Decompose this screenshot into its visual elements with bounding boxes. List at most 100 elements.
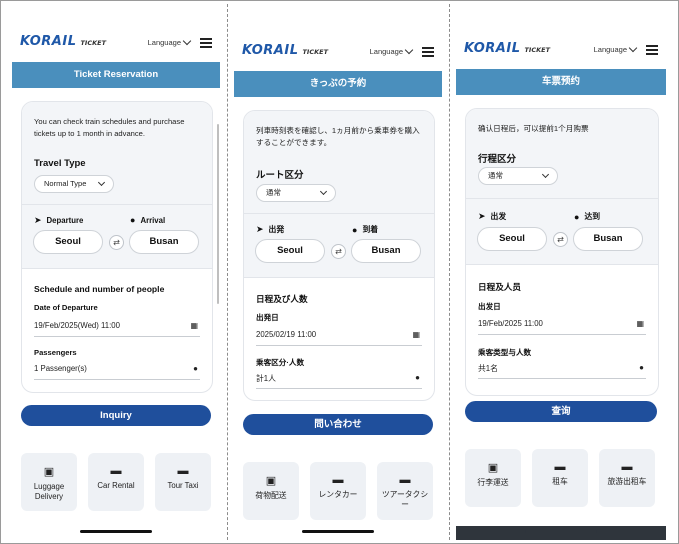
intro-text: 列車時刻表を確認し、1ヵ月前から乗車券を購入することができます。 [256,126,420,147]
departure-station-button[interactable]: Seoul [477,227,547,251]
swap-icon[interactable]: ⇄ [553,232,568,247]
inquiry-button[interactable]: 問い合わせ [243,414,433,435]
arrival-station-button[interactable]: Busan [351,239,421,263]
reservation-card: 确认日程后，可以提前1个月购票 行程区分 通常 ➤ 出发 ● 达到 Seoul … [465,108,659,396]
luggage-icon: ▣ [487,462,499,474]
travel-type-label: 行程区分 [478,154,517,165]
travel-type-select[interactable]: 通常 [478,167,558,185]
inquiry-button[interactable]: Inquiry [21,405,211,426]
route-section: 列車時刻表を確認し、1ヵ月前から乗車券を購入することができます。 ルート区分 通… [244,111,434,278]
car-rental-button[interactable]: ▬ レンタカー [310,462,366,520]
taxi-icon: ▬ [621,461,633,473]
service-label: Tour Taxi [167,481,199,490]
inquiry-button[interactable]: 查询 [465,401,657,422]
logo-text: KORAIL [242,43,299,58]
chevron-down-icon [541,170,550,179]
luggage-delivery-button[interactable]: ▣ Luggage Delivery [21,453,77,511]
passengers-value: 1 Passenger(s) [34,364,87,373]
swap-icon[interactable]: ⇄ [109,235,124,250]
person-icon: ● [193,364,198,373]
service-label: 行李運送 [477,478,509,487]
language-selector[interactable]: Language [594,43,638,54]
departure-label-text: 出发 [490,212,507,221]
travel-type-select[interactable]: 通常 [256,184,336,202]
date-label: 出发日 [478,302,501,311]
chevron-down-icon [182,36,192,46]
departure-label-text: Departure [46,216,84,225]
page-title: Ticket Reservation [12,62,220,88]
chevron-down-icon [319,187,328,196]
home-indicator [234,526,442,540]
date-field[interactable]: 2025/02/19 11:00 ▦ [256,330,422,346]
luggage-icon: ▣ [43,466,55,478]
panel-divider [227,4,228,540]
hamburger-menu-icon[interactable] [200,38,212,48]
departure-station-button[interactable]: Seoul [33,230,103,254]
travel-type-value: Normal Type [44,179,87,188]
logo-subtext: TICKET [524,46,551,54]
arrival-station-button[interactable]: Busan [573,227,643,251]
route-section: 确认日程后，可以提前1个月购票 行程区分 通常 ➤ 出发 ● 达到 Seoul … [466,109,658,265]
tour-taxi-button[interactable]: ▬ Tour Taxi [155,453,211,511]
korail-logo[interactable]: KORAIL TICKET [20,34,106,49]
logo-text: KORAIL [20,34,77,49]
date-label: Date of Departure [34,303,98,312]
passengers-value: 共1名 [478,364,498,373]
passengers-field[interactable]: 1 Passenger(s) ● [34,364,200,380]
app-header: KORAIL TICKET Language [234,13,442,71]
tour-taxi-button[interactable]: ▬ ツアータクシー [377,462,433,520]
passengers-value: 計1人 [256,374,276,383]
passengers-field[interactable]: 共1名 ● [478,363,646,379]
car-icon: ▬ [110,465,122,477]
service-label: ツアータクシー [381,490,429,509]
schedule-title: 日程及び人数 [256,294,308,304]
logo-subtext: TICKET [80,39,107,47]
person-icon: ● [639,363,644,372]
passengers-label: 乘客类型与人数 [478,348,532,357]
travel-type-select[interactable]: Normal Type [34,175,114,193]
departure-label: ➤ 出発 [256,224,284,235]
hamburger-menu-icon[interactable] [422,47,434,57]
scrollbar[interactable] [217,124,219,304]
arrival-station-button[interactable]: Busan [129,230,199,254]
reservation-card: You can check train schedules and purcha… [21,101,213,393]
korail-logo[interactable]: KORAIL TICKET [242,43,328,58]
route-section: You can check train schedules and purcha… [22,102,212,269]
date-label: 出発日 [256,313,279,322]
arrival-label-text: Arrival [140,215,166,225]
hamburger-menu-icon[interactable] [646,45,658,55]
luggage-delivery-button[interactable]: ▣ 荷物配送 [243,462,299,520]
car-rental-button[interactable]: ▬ 租车 [532,449,588,507]
date-field[interactable]: 19/Feb/2025 11:00 ▦ [478,319,646,335]
passengers-field[interactable]: 計1人 ● [256,373,422,389]
car-icon: ▬ [554,461,566,473]
section-divider [466,198,658,199]
chevron-down-icon [97,178,106,187]
date-value: 2025/02/19 11:00 [256,330,317,339]
language-label: Language [369,47,403,56]
service-label: 租车 [552,477,568,486]
tour-taxi-button[interactable]: ▬ 旅游出租车 [599,449,655,507]
luggage-delivery-button[interactable]: ▣ 行李運送 [465,449,521,507]
travel-type-label: Travel Type [34,158,86,169]
swap-icon[interactable]: ⇄ [331,244,346,259]
intro-text: 确认日程后，可以提前1个月购票 [478,124,589,133]
navigation-arrow-icon: ➤ [478,211,486,221]
arrival-label-text: 达到 [584,212,601,221]
navigation-arrow-icon: ➤ [256,224,264,234]
departure-station-button[interactable]: Seoul [255,239,325,263]
language-selector[interactable]: Language [369,45,414,56]
language-selector[interactable]: Language [148,36,192,47]
calendar-icon: ▦ [636,319,644,328]
date-value: 19/Feb/2025(Wed) 11:00 [34,321,120,330]
page-title: 车票预约 [456,69,666,95]
departure-label: ➤ 出发 [478,211,506,222]
korail-logo[interactable]: KORAIL TICKET [464,41,550,56]
car-rental-button[interactable]: ▬ Car Rental [88,453,144,511]
calendar-icon: ▦ [190,321,198,330]
app-header: KORAIL TICKET Language [456,11,666,69]
luggage-icon: ▣ [265,475,277,487]
date-field[interactable]: 19/Feb/2025(Wed) 11:00 ▦ [34,321,200,337]
home-indicator [12,526,220,540]
arrival-label: ● 达到 [574,211,600,222]
